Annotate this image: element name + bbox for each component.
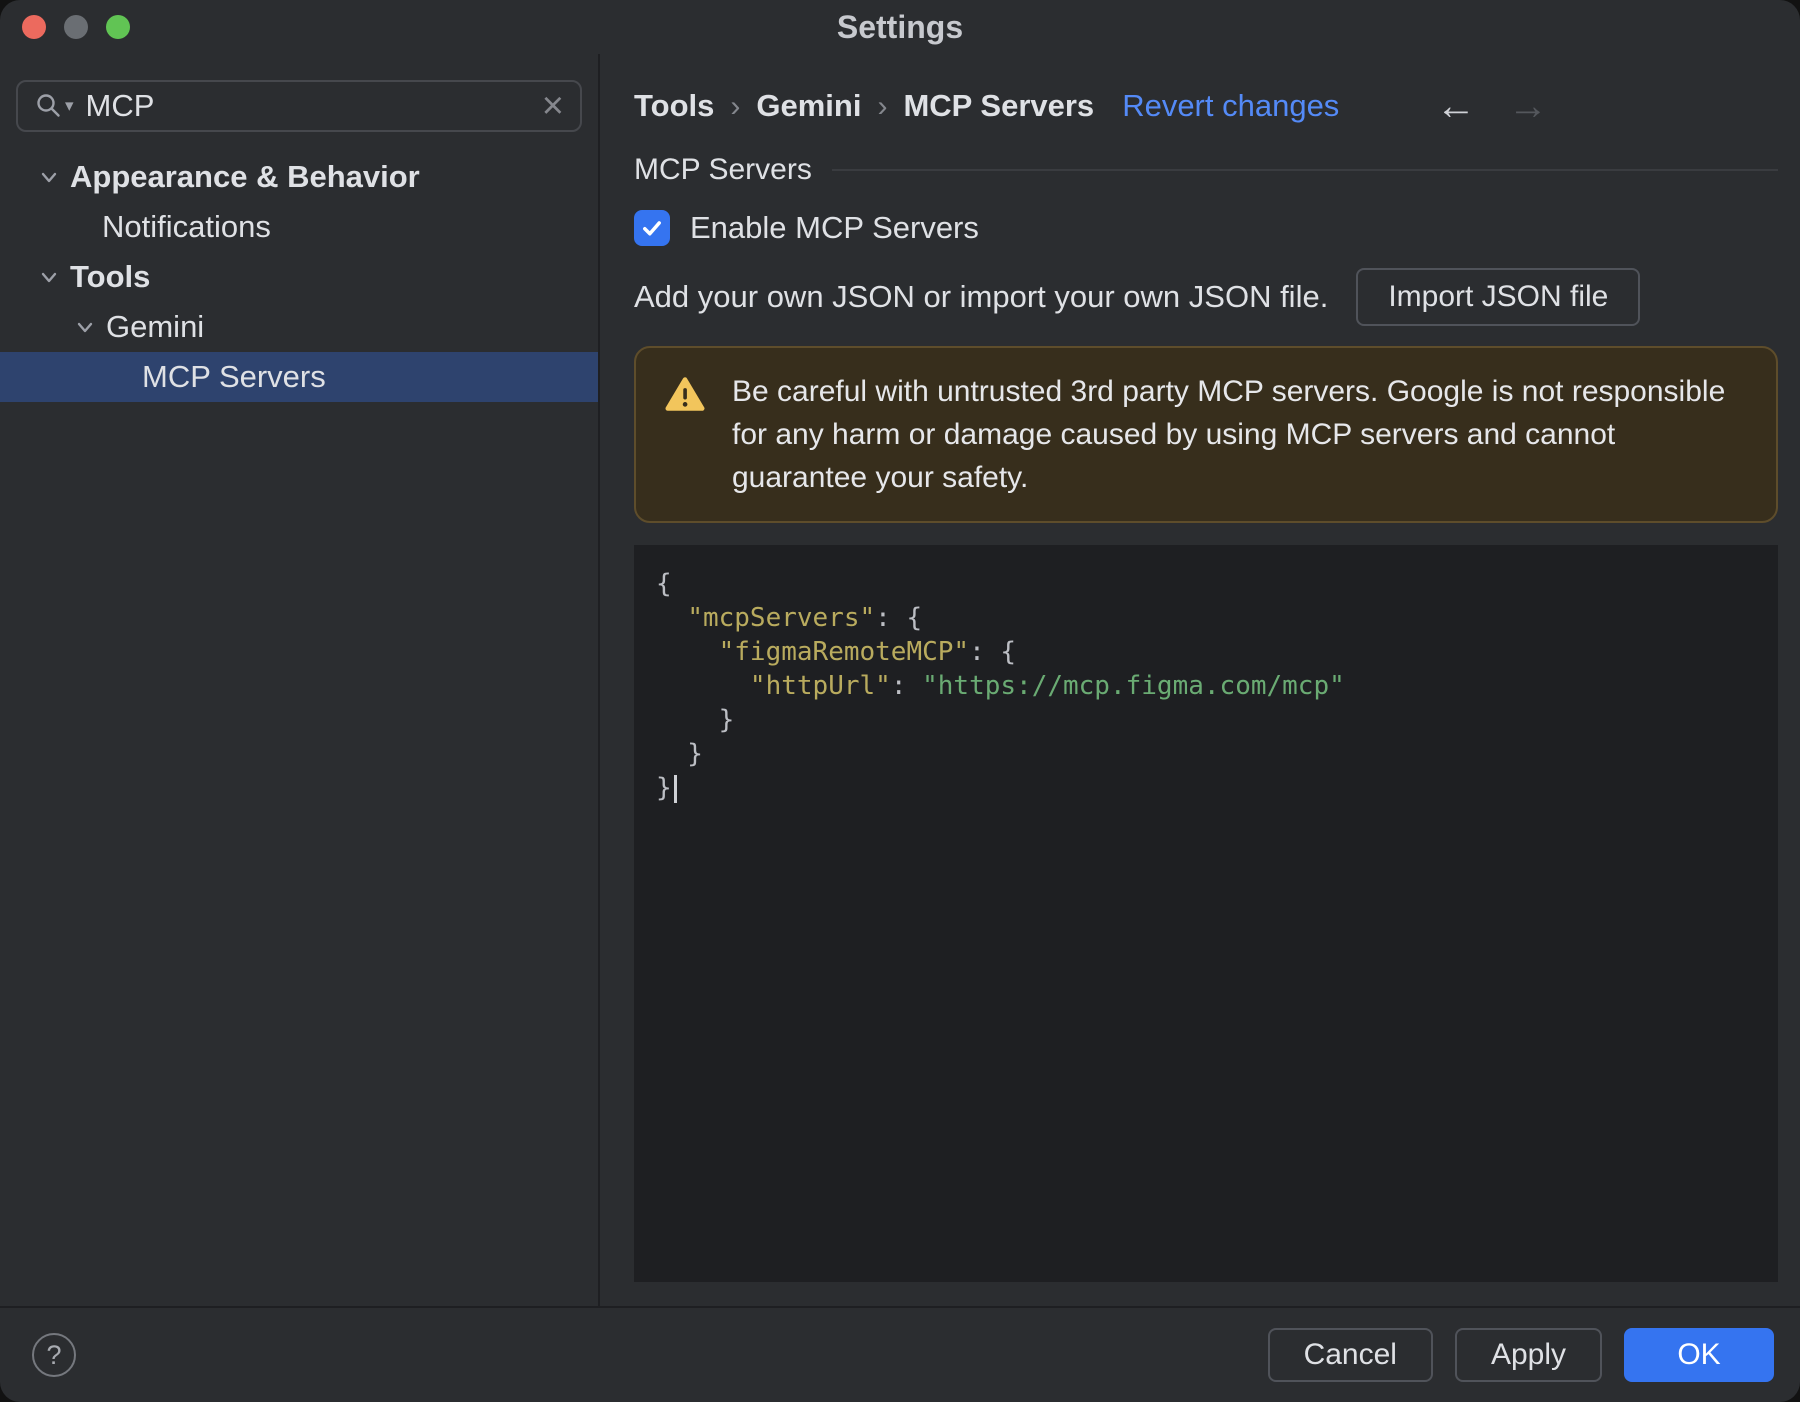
titlebar: Settings xyxy=(0,0,1800,54)
content-pane: Tools › Gemini › MCP Servers Revert changes … xyxy=(600,54,1800,1306)
close-button[interactable] xyxy=(22,15,46,39)
sidebar-item-label: MCP Servers xyxy=(142,359,326,394)
section-title: MCP Servers xyxy=(634,153,812,186)
dialog-body: ▾ × Appearance & Behavior Notifications To… xyxy=(0,54,1800,1306)
minimize-button[interactable] xyxy=(64,15,88,39)
search-input[interactable] xyxy=(85,88,542,124)
warning-text: Be careful with untrusted 3rd party MCP … xyxy=(732,375,1726,494)
ok-button[interactable]: OK xyxy=(1624,1328,1774,1382)
sidebar-item-label: Notifications xyxy=(102,209,271,244)
cancel-button[interactable]: Cancel xyxy=(1267,1328,1433,1382)
chevron-down-icon[interactable] xyxy=(72,314,98,340)
code-line: } xyxy=(656,705,735,735)
breadcrumb-separator: › xyxy=(877,90,888,123)
search-icon xyxy=(34,91,64,121)
forward-arrow-icon: → xyxy=(1508,84,1548,128)
sidebar-item-appearance-behavior[interactable]: Appearance & Behavior xyxy=(0,152,598,202)
code-line: } xyxy=(656,771,1778,805)
enable-mcp-row[interactable]: Enable MCP Servers xyxy=(634,206,1778,250)
breadcrumb-row: Tools › Gemini › MCP Servers Revert changes … xyxy=(634,80,1778,132)
settings-search-field[interactable]: ▾ × xyxy=(16,80,582,132)
help-button[interactable]: ? xyxy=(32,1333,76,1377)
search-options-caret-icon[interactable]: ▾ xyxy=(65,96,74,116)
import-instructions: Add your own JSON or import your own JSO… xyxy=(634,279,1329,314)
breadcrumb-item[interactable]: Tools xyxy=(634,88,714,123)
window-title: Settings xyxy=(836,8,964,45)
warning-icon xyxy=(664,375,706,413)
settings-sidebar: ▾ × Appearance & Behavior Notifications To… xyxy=(0,54,600,1306)
breadcrumb-separator: › xyxy=(730,90,741,123)
sidebar-item-label: Appearance & Behavior xyxy=(70,159,420,194)
json-editor[interactable]: { "mcpServers": { "figmaRemoteMCP": { "h… xyxy=(634,545,1778,1282)
warning-banner: Be careful with untrusted 3rd party MCP … xyxy=(634,346,1778,523)
code-line: "figmaRemoteMCP": { xyxy=(718,637,1017,667)
zoom-button[interactable] xyxy=(106,15,130,39)
section-header: MCP Servers xyxy=(634,150,1778,190)
chevron-down-icon[interactable] xyxy=(36,264,62,290)
sidebar-item-mcp-servers[interactable]: MCP Servers xyxy=(0,352,598,402)
settings-window: Settings ▾ × Appearance & Behavior Notifi… xyxy=(0,0,1800,1402)
footer-buttons: Cancel Apply OK xyxy=(1267,1328,1774,1382)
revert-changes-link[interactable]: Revert changes xyxy=(1122,88,1339,124)
chevron-down-icon[interactable] xyxy=(36,164,62,190)
import-json-button[interactable]: Import JSON file xyxy=(1356,268,1641,326)
code-line: } xyxy=(656,739,703,769)
code-line: "httpUrl": "https://mcp.figma.com/mcp" xyxy=(749,671,1345,701)
code-line: { xyxy=(656,569,672,599)
sidebar-item-label: Tools xyxy=(70,259,151,294)
sidebar-item-gemini[interactable]: Gemini xyxy=(0,302,598,352)
sidebar-item-label: Gemini xyxy=(106,309,205,344)
breadcrumb: Tools › Gemini › MCP Servers xyxy=(634,88,1094,124)
apply-button[interactable]: Apply xyxy=(1454,1328,1602,1382)
sidebar-item-notifications[interactable]: Notifications xyxy=(0,202,598,252)
breadcrumb-item: MCP Servers xyxy=(903,88,1095,123)
import-row: Add your own JSON or import your own JSO… xyxy=(634,268,1778,326)
enable-mcp-label: Enable MCP Servers xyxy=(690,210,979,245)
code-line: "mcpServers": { xyxy=(687,603,923,633)
back-arrow-icon[interactable]: ← xyxy=(1436,86,1476,126)
sidebar-item-tools[interactable]: Tools xyxy=(0,252,598,302)
settings-tree: Appearance & Behavior Notifications Tools G… xyxy=(0,152,598,402)
section-divider xyxy=(831,169,1778,171)
traffic-lights xyxy=(22,0,130,54)
dialog-footer: ? Cancel Apply OK xyxy=(0,1306,1800,1402)
breadcrumb-item[interactable]: Gemini xyxy=(756,88,861,123)
enable-mcp-checkbox[interactable] xyxy=(634,210,670,246)
clear-search-icon[interactable]: × xyxy=(542,87,564,125)
text-caret xyxy=(673,775,677,803)
